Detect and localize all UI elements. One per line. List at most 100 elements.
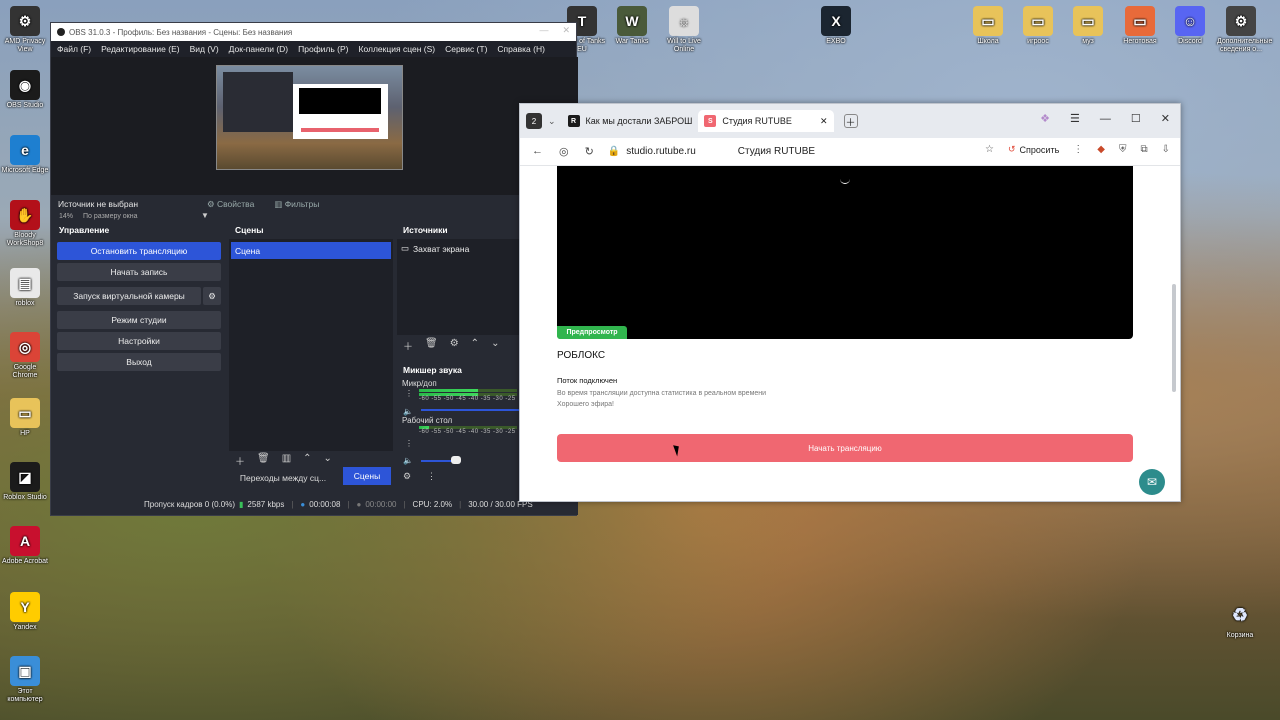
desktop-icon[interactable]: ☺ Discord [1166, 6, 1214, 46]
menu-item[interactable]: Коллекция сцен (S) [359, 44, 436, 54]
desktop-icon[interactable]: ◪ Roblox Studio [1, 462, 49, 502]
desktop-menu-icon[interactable]: ⋮ [405, 439, 413, 448]
extension-fox-icon[interactable]: ◆ [1097, 144, 1105, 155]
extension-icon[interactable]: ❖ [1040, 112, 1050, 125]
desktop-icon[interactable]: ⚙ Дополнительные сведения о... [1217, 6, 1272, 54]
desktop-icon[interactable]: ▭ Неготовая [1116, 6, 1164, 46]
file-icon: ▤ [10, 268, 40, 298]
scenes-tab[interactable]: Сцены [343, 467, 391, 485]
source-down-icon[interactable]: ⌄ [491, 338, 499, 353]
virtual-cam-settings-button[interactable]: ⚙ [203, 287, 221, 305]
desktop-icon[interactable]: ☼ Will to Live Online [660, 6, 708, 54]
yandex-shield-icon[interactable]: ◎ [559, 145, 569, 158]
desktop-icon[interactable]: e Microsoft Edge [1, 135, 49, 175]
desktop-icon-label: AMD Privacy View [4, 38, 46, 53]
desktop-icon[interactable]: ▤ roblox [1, 268, 49, 308]
properties-button[interactable]: ⚙ Свойства [207, 199, 254, 210]
back-icon[interactable]: ← [532, 145, 543, 158]
source-gear-icon[interactable]: ⚙ [450, 338, 459, 353]
filter-icon[interactable]: ▥ [282, 453, 291, 468]
desktop-icon-label: Этот компьютер [7, 688, 43, 703]
minimize-icon[interactable]: — [539, 25, 548, 36]
menu-item[interactable]: Профиль (P) [298, 44, 348, 54]
transitions-tab[interactable]: Переходы между сц... [233, 469, 333, 487]
minimize-window-icon[interactable]: — [1100, 113, 1111, 125]
desktop-icon-label: Roblox Studio [3, 494, 47, 501]
start-stream-button[interactable]: Начать трансляцию [557, 434, 1133, 462]
download-icon[interactable]: ⇩ [1162, 144, 1170, 155]
settings-button[interactable]: Настройки [57, 332, 221, 350]
stop-stream-button[interactable]: Остановить трансляцию [57, 242, 221, 260]
gear-icon: ⚙ [208, 290, 216, 301]
menu-icon[interactable]: ☰ [1070, 112, 1080, 125]
desktop-icon[interactable]: ▭ HP [1, 398, 49, 438]
menu-item[interactable]: Редактирование (E) [101, 44, 179, 54]
collections-icon[interactable]: ⧉ [1140, 144, 1147, 155]
studio-mode-button[interactable]: Режим студии [57, 311, 221, 329]
recycle-bin[interactable]: ♻ Корзина [1216, 600, 1264, 640]
more-icon[interactable]: ⋮ [1073, 144, 1083, 155]
add-source-icon[interactable]: ＋ [403, 338, 413, 353]
menu-item[interactable]: Док-панели (D) [229, 44, 288, 54]
filters-button[interactable]: ▥ Фильтры [274, 199, 319, 210]
mic-volume-slider[interactable] [421, 409, 519, 411]
desktop-icon[interactable]: ▣ Этот компьютер [1, 656, 49, 704]
ask-button[interactable]: ↺ Спросить [1008, 144, 1059, 155]
start-record-button[interactable]: Начать запись [57, 263, 221, 281]
preview-thumbnail [216, 65, 403, 170]
trash-source-icon[interactable]: 🗑 [425, 338, 438, 353]
stream-preview-video[interactable] [557, 166, 1133, 339]
arrow-up-icon[interactable]: ⌃ [303, 453, 311, 468]
bookmark-icon[interactable]: ☆ [985, 144, 994, 155]
desktop-icon[interactable]: ▭ муз [1064, 6, 1112, 46]
new-tab-button[interactable]: ＋ [843, 114, 858, 129]
add-icon[interactable]: ＋ [235, 453, 245, 468]
tabs-chevron-icon[interactable]: ⌄ [548, 116, 556, 127]
tab-studio[interactable]: S Студия RUTUBE ✕ [698, 110, 834, 132]
folder-school-icon: ▭ [973, 6, 1003, 36]
reload-icon[interactable]: ↻ [585, 145, 594, 158]
close-icon[interactable]: ✕ [562, 25, 570, 36]
obs-preview[interactable]: 14% По размеру окна ▼ [51, 57, 578, 220]
bitrate: 2587 kbps [247, 499, 285, 509]
desktop-icon[interactable]: ▭ игроос [1014, 6, 1062, 46]
mixer-gear-icon[interactable]: ⚙ [403, 471, 411, 482]
menu-item[interactable]: Сервис (T) [445, 44, 487, 54]
tab-count-badge[interactable]: 2 [526, 113, 542, 129]
menu-item[interactable]: Справка (H) [497, 44, 545, 54]
desktop-icon-label: HP [20, 430, 30, 437]
wtl-icon: ☼ [669, 6, 699, 36]
desktop-volume-handle[interactable] [451, 456, 461, 464]
mic-menu-icon[interactable]: ⋮ [405, 389, 413, 398]
trash-icon[interactable]: 🗑 [257, 453, 270, 468]
desktop-icon[interactable]: ◉ OBS Studio [1, 70, 49, 110]
virtual-cam-button[interactable]: Запуск виртуальной камеры [57, 287, 201, 305]
source-up-icon[interactable]: ⌃ [471, 338, 479, 353]
desktop-speaker-icon[interactable]: 🔈 [403, 456, 413, 465]
desktop-icon[interactable]: A Adobe Acrobat [1, 526, 49, 566]
desktop-icon[interactable]: ▭ Школа [964, 6, 1012, 46]
adblock-icon[interactable]: ⛨ [1119, 144, 1127, 155]
desktop-icon[interactable]: ✋ Bloody WorkShop8 [1, 200, 49, 248]
tab-video[interactable]: R Как мы достали ЗАБРОШ [562, 110, 699, 132]
desktop-icon[interactable]: ◎ Google Chrome [1, 332, 49, 380]
folder-unfinished-icon: ▭ [1125, 6, 1155, 36]
menu-item[interactable]: Файл (F) [57, 44, 91, 54]
arrow-down-icon[interactable]: ⌄ [324, 453, 332, 468]
menu-item[interactable]: Вид (V) [190, 44, 219, 54]
close-window-icon[interactable]: ✕ [1161, 112, 1170, 125]
desktop-icon-label: roblox [15, 300, 35, 307]
desktop-icon[interactable]: W War Tanks [608, 6, 656, 46]
desktop-icon[interactable]: ⚙ AMD Privacy View [1, 6, 49, 54]
desktop-icon[interactable]: Y Yandex [1, 592, 49, 632]
exit-button[interactable]: Выход [57, 353, 221, 371]
maximize-window-icon[interactable]: ☐ [1131, 112, 1141, 125]
scene-item[interactable]: Сцена [231, 242, 391, 259]
desktop-icon[interactable]: X EXBO [812, 6, 860, 46]
url-field[interactable]: 🔒 studio.rutube.ru [608, 146, 696, 157]
tab-close-icon[interactable]: ✕ [820, 116, 828, 127]
page-scrollbar[interactable] [1172, 170, 1176, 500]
mixer-menu-icon[interactable]: ⋮ [427, 471, 436, 482]
mic-speaker-icon[interactable]: 🔈 [403, 407, 413, 416]
help-chat-button[interactable]: ✉ [1139, 469, 1165, 495]
